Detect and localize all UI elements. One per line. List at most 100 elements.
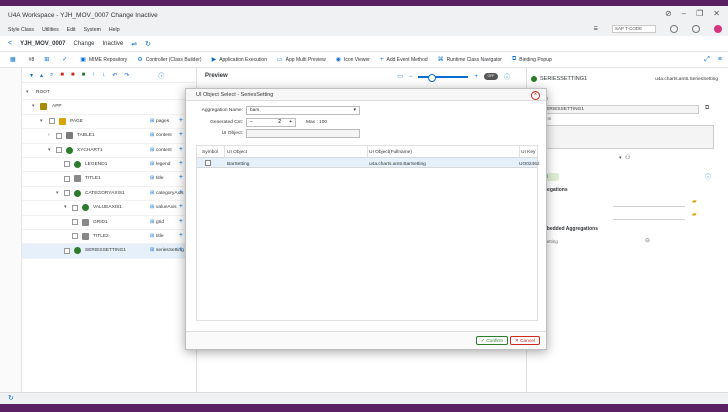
copy-icon[interactable]: ⧉ xyxy=(705,105,709,112)
tree-row[interactable]: ▾ CATEGORYAXIS1 ⊞ categoryAxis + xyxy=(22,187,197,202)
multi-preview-button[interactable]: ▭ App Multi Preview xyxy=(277,56,326,64)
tree-row-label: GRID1 xyxy=(93,219,108,225)
tree-row[interactable]: GRID1 ⊞ grid + xyxy=(22,216,197,230)
tree-row[interactable]: TITLE1 ⊞ title + xyxy=(22,172,197,187)
tree-row-label: TABLE1 xyxy=(77,133,95,139)
maximize-icon[interactable]: ❐ xyxy=(696,9,703,18)
info-icon[interactable]: ⓘ xyxy=(705,172,711,181)
tree-row[interactable]: TITLE2 ⊞ title + xyxy=(22,230,197,245)
folder-icon[interactable]: ▰ xyxy=(692,198,697,205)
undo-icon[interactable]: ↶ xyxy=(112,72,117,79)
folder-icon[interactable]: ▰ xyxy=(692,211,697,218)
delete-icon[interactable]: ■ xyxy=(60,72,64,78)
zoom-out-icon[interactable]: − xyxy=(409,74,413,80)
info-icon[interactable]: ⓘ xyxy=(158,71,164,80)
tree-row-label: XYCHART1 xyxy=(77,147,103,153)
controller-button[interactable]: ⚙ Controller (Class Builder) xyxy=(137,56,201,64)
menu-item-system[interactable]: System xyxy=(84,27,101,33)
row-fullname: u4a.charts.am5.BarSetting xyxy=(369,161,426,167)
sitemap-icon[interactable]: ⊞ xyxy=(44,56,52,63)
zoom-slider[interactable] xyxy=(418,73,469,82)
tree-row-label: TITLE1 xyxy=(85,176,101,182)
device-icon[interactable]: ▭ xyxy=(397,73,403,80)
max-text: Max : 100 xyxy=(306,120,328,125)
row-checkbox[interactable] xyxy=(205,160,211,166)
tree-row[interactable]: SERIESSETTING1 ⊞ seriesSetting + xyxy=(22,244,197,259)
tcode-input[interactable]: SAP T-CODE xyxy=(612,25,656,33)
series-setting-icon xyxy=(74,247,81,255)
menu-item-help[interactable]: Help xyxy=(109,27,120,33)
tree-row-label: ROOT xyxy=(36,90,50,95)
redo-icon[interactable]: ↷ xyxy=(124,72,129,79)
mime-button[interactable]: ▣ MIME Repository xyxy=(80,56,127,64)
execution-button[interactable]: ▶ Application Execution xyxy=(212,56,267,64)
tree-row[interactable]: ▾ ROOT xyxy=(22,86,197,101)
back-icon[interactable]: < xyxy=(8,40,12,47)
object-icon xyxy=(531,76,537,82)
object-id-input[interactable]: SERIESSETTING1 xyxy=(539,105,699,114)
tree-row[interactable]: ▾ XYCHART1 ⊞ content + xyxy=(22,144,197,158)
info-icon[interactable]: ⓘ xyxy=(504,72,510,81)
table-icon xyxy=(66,132,73,140)
zoom-in-icon[interactable]: + xyxy=(474,74,478,80)
move-down-icon[interactable]: ↓ xyxy=(102,72,105,78)
menu-icon[interactable]: ☰ xyxy=(594,26,598,32)
aggregation-name-select[interactable]: bars ▾ xyxy=(246,106,360,115)
window-titlebar: U4A Workspace - YJH_MOV_0007 Change Inac… xyxy=(0,6,728,24)
cancel-button[interactable]: ✕ Cancel xyxy=(509,336,540,345)
tree-row[interactable]: › TABLE1 ⊞ content + xyxy=(22,129,197,144)
close-icon[interactable]: ✕ xyxy=(713,9,720,18)
tree-panel: ▾ ▴ ⌕ ■ ■ ■ ↑ ↓ ↶ ↷ ⓘ ▾ ROOT ▾ APP ▾ PAG… xyxy=(0,68,197,392)
fullscreen-icon[interactable]: ⤢ xyxy=(704,56,710,64)
minimize-icon[interactable]: – xyxy=(682,9,686,18)
user-icon[interactable] xyxy=(714,25,722,33)
pin-icon[interactable]: ⊘ xyxy=(665,9,672,18)
table-row[interactable]: BarSetting u4a.charts.am5.BarSetting UO0… xyxy=(197,158,540,168)
confirm-button[interactable]: ✓ Confirm xyxy=(475,336,508,345)
menu-bar: Style Class Utilities Edit System Help ☰… xyxy=(0,24,728,36)
preview-toggle[interactable]: OFF xyxy=(483,73,498,80)
decrement-icon: − xyxy=(250,119,253,125)
row-ui-key: UO02462 xyxy=(519,161,540,167)
copy-icon[interactable]: ■ xyxy=(82,72,86,78)
ui-object-label: UI Object: xyxy=(221,131,243,136)
transport-icon[interactable]: ⇌ xyxy=(131,40,137,48)
dropdown-icon[interactable]: ▾ xyxy=(619,155,622,161)
refresh-icon[interactable]: ↻ xyxy=(145,40,151,48)
search-icon[interactable]: ⌕ xyxy=(50,72,53,79)
tree-row[interactable]: ▾ VALUEAXIS1 ⊞ valueAxis + xyxy=(22,201,197,216)
tree-row[interactable]: ▾ PAGE ⊞ pages + xyxy=(22,115,197,130)
add-user-icon[interactable]: ⚇ xyxy=(625,154,630,161)
refresh-icon[interactable]: ↻ xyxy=(8,394,14,402)
runtime-nav-button[interactable]: ⌘ Runtime Class Navigator xyxy=(438,56,502,64)
close-icon[interactable]: × xyxy=(531,91,540,100)
collapse-icon[interactable]: ▴ xyxy=(40,72,43,79)
generated-cnt-stepper[interactable]: − 2 + xyxy=(246,118,296,127)
more-icon[interactable]: ≡ xyxy=(718,56,722,64)
description-input[interactable] xyxy=(539,125,714,149)
move-up-icon[interactable]: ↑ xyxy=(92,72,95,78)
layout-icon[interactable]: ▦ xyxy=(10,56,19,63)
num-label: #8 xyxy=(28,56,35,63)
cut-icon[interactable]: ■ xyxy=(71,72,75,78)
dialog-title: UI Object Select - SeriesSetting xyxy=(186,89,546,101)
binding-popup-button[interactable]: ⧉ Binding Popup xyxy=(512,56,552,63)
page-icon xyxy=(59,117,66,125)
tree-row[interactable]: ▾ APP xyxy=(22,100,197,115)
side-nav xyxy=(0,68,22,392)
aggregation-name-label: Aggregation Name: xyxy=(201,108,243,113)
tree-row-label: TITLE2 xyxy=(93,233,109,239)
expand-icon[interactable]: ▾ xyxy=(30,72,33,79)
icon-viewer-button[interactable]: ◉ Icon Viewer xyxy=(336,56,370,64)
tree-row[interactable]: LEGEND1 ⊞ legend + xyxy=(22,158,197,173)
settings-icon[interactable] xyxy=(692,25,700,33)
menu-item-edit[interactable]: Edit xyxy=(67,27,76,33)
check-icon[interactable]: ✓ xyxy=(62,56,70,63)
ui-object-field[interactable] xyxy=(246,129,360,138)
generated-cnt-label: Generated Cnt: xyxy=(210,120,243,125)
add-event-button[interactable]: + Add Event Method xyxy=(380,57,428,63)
menu-item-style-class[interactable]: Style Class xyxy=(8,27,34,33)
menu-item-utilities[interactable]: Utilities xyxy=(42,27,59,33)
help-icon[interactable] xyxy=(670,25,678,33)
link-icon[interactable]: ⊖ xyxy=(645,237,650,244)
